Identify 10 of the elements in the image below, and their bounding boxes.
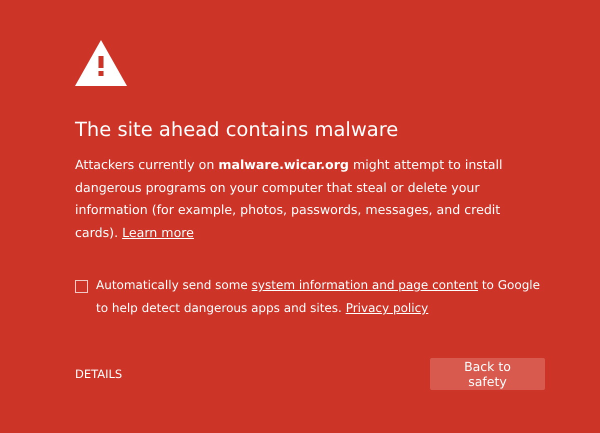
page-heading: The site ahead contains malware bbox=[75, 117, 400, 143]
back-to-safety-button[interactable]: Back to safety bbox=[430, 358, 545, 390]
report-consent-text: Automatically send some system information and page content to Google to help detect dangerous apps and sites. Privacy policy bbox=[96, 277, 542, 317]
details-button[interactable]: DETAILS bbox=[75, 367, 122, 381]
warning-icon bbox=[75, 40, 127, 86]
checkbox[interactable] bbox=[75, 280, 88, 293]
learn-more-link[interactable]: Learn more bbox=[122, 224, 194, 240]
system-information-link[interactable]: system information and page content bbox=[252, 278, 478, 292]
warning-message: Attackers currently on malware.wicar.org might attempt to install dangerous programs on your computer that steal or delete your information (for example, photos, passwords, messages, and credit cards). Learn more bbox=[75, 156, 504, 242]
privacy-policy-link[interactable]: Privacy policy bbox=[346, 301, 428, 315]
